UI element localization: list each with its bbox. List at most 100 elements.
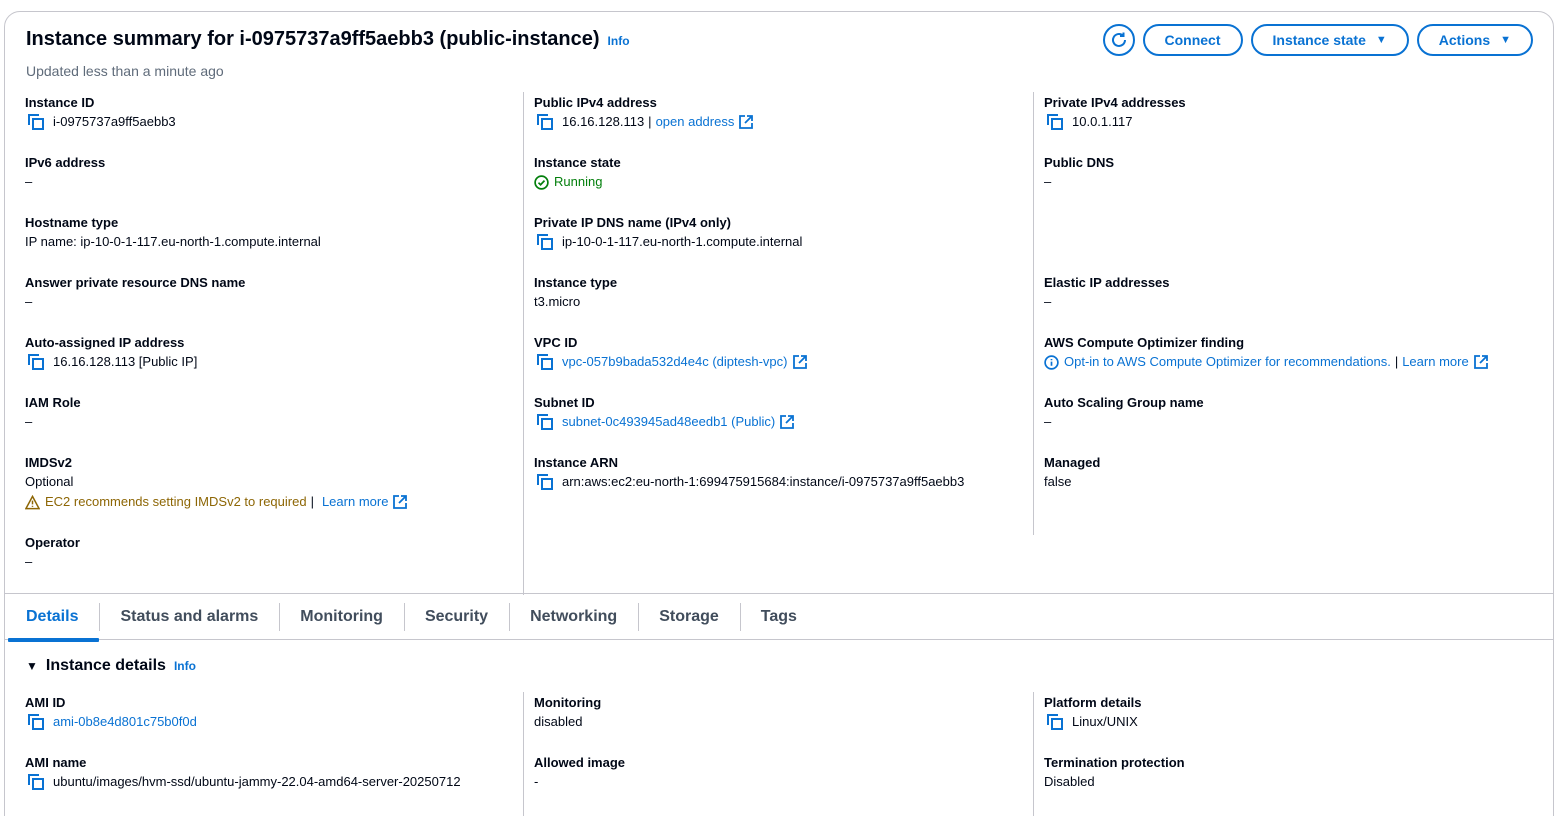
field-monitoring: Monitoring disabled xyxy=(534,692,1033,752)
instance-details-header[interactable]: ▼ Instance details Info xyxy=(26,657,196,675)
ami-id-link[interactable]: ami-0b8e4d801c75b0f0d xyxy=(53,712,197,732)
field-value: 16.16.128.113 xyxy=(562,114,645,129)
copy-icon[interactable] xyxy=(1047,714,1063,730)
field-label: Private IP DNS name (IPv4 only) xyxy=(534,215,731,230)
imdsv2-warning: EC2 recommends setting IMDSv2 to require… xyxy=(45,494,307,509)
summary-column-2: Public IPv4 address 16.16.128.113 | open… xyxy=(524,92,1034,535)
info-icon xyxy=(1044,354,1059,370)
copy-icon[interactable] xyxy=(1047,114,1063,130)
field-instance-type: Instance type t3.micro xyxy=(534,272,1033,332)
field-value: t3.micro xyxy=(534,294,581,309)
details-column-2: Monitoring disabled Allowed image - xyxy=(524,692,1034,816)
field-private-ipv4: Private IPv4 addresses 10.0.1.117 xyxy=(1044,92,1553,152)
updated-text: Updated less than a minute ago xyxy=(26,63,224,79)
field-label: Auto Scaling Group name xyxy=(1044,395,1204,410)
learn-more-link[interactable]: Learn more xyxy=(322,492,388,512)
field-allowed-image: Allowed image - xyxy=(534,752,1033,812)
field-label: Platform details xyxy=(1044,695,1142,710)
details-column-3: Platform details Linux/UNIX Termination … xyxy=(1034,692,1553,816)
copy-icon[interactable] xyxy=(537,414,553,430)
copy-icon[interactable] xyxy=(537,354,553,370)
instance-summary-panel: Instance summary for i-0975737a9ff5aebb3… xyxy=(4,11,1554,816)
field-label: AMI ID xyxy=(25,695,66,710)
actions-label: Actions xyxy=(1438,32,1491,48)
caret-down-icon: ▼ xyxy=(26,659,38,673)
field-value: – xyxy=(25,174,33,189)
field-label: Instance ID xyxy=(25,95,95,110)
refresh-button[interactable] xyxy=(1102,24,1135,56)
optimizer-opt-in-link[interactable]: Opt-in to AWS Compute Optimizer for reco… xyxy=(1064,352,1391,372)
tab-security[interactable]: Security xyxy=(403,593,509,640)
external-link-icon xyxy=(792,355,807,369)
learn-more-link[interactable]: Learn more xyxy=(1402,352,1468,372)
info-link[interactable]: Info xyxy=(608,34,630,48)
field-label: Public IPv4 address xyxy=(534,95,657,110)
field-platform-details: Platform details Linux/UNIX xyxy=(1044,692,1553,752)
copy-icon[interactable] xyxy=(28,774,44,790)
field-label: Private IPv4 addresses xyxy=(1044,95,1186,110)
field-label: Elastic IP addresses xyxy=(1044,275,1170,290)
field-label: Allowed image xyxy=(534,755,626,770)
summary-grid: Instance ID i-0975737a9ff5aebb3 IPv6 add… xyxy=(5,92,1553,595)
separator: | xyxy=(1394,354,1399,369)
copy-icon[interactable] xyxy=(537,234,553,250)
external-link-icon xyxy=(1473,355,1488,369)
tab-tags[interactable]: Tags xyxy=(739,593,818,640)
caret-down-icon: ▼ xyxy=(1375,34,1387,46)
field-ipv6: IPv6 address – xyxy=(25,152,523,212)
field-value: Disabled xyxy=(1044,774,1095,789)
summary-column-3: Private IPv4 addresses 10.0.1.117 Public… xyxy=(1034,92,1553,595)
field-vpc-id: VPC ID vpc-057b9bada532d4e4c (diptesh-vp… xyxy=(534,332,1033,392)
field-value: arn:aws:ec2:eu-north-1:699475915684:inst… xyxy=(562,474,965,489)
copy-icon[interactable] xyxy=(28,114,44,130)
field-label: Auto-assigned IP address xyxy=(25,335,185,350)
field-value: false xyxy=(1044,474,1072,489)
field-label: Instance ARN xyxy=(534,455,619,470)
field-value: IP name: ip-10-0-1-117.eu-north-1.comput… xyxy=(25,234,321,249)
field-ami-id: AMI ID ami-0b8e4d801c75b0f0d xyxy=(25,692,523,752)
field-managed: Managed false xyxy=(1044,452,1553,512)
vpc-link[interactable]: vpc-057b9bada532d4e4c (diptesh-vpc) xyxy=(562,352,788,372)
copy-icon[interactable] xyxy=(537,474,553,490)
field-value: – xyxy=(25,294,33,309)
info-link[interactable]: Info xyxy=(174,659,196,673)
caret-down-icon: ▼ xyxy=(1500,34,1511,46)
connect-button[interactable]: Connect xyxy=(1142,24,1243,56)
field-value: ip-10-0-1-117.eu-north-1.compute.interna… xyxy=(562,234,803,249)
field-public-ipv4: Public IPv4 address 16.16.128.113 | open… xyxy=(534,92,1033,152)
tab-details[interactable]: Details xyxy=(5,593,100,642)
tab-monitoring[interactable]: Monitoring xyxy=(279,593,404,640)
tab-networking[interactable]: Networking xyxy=(509,593,638,640)
header-actions: Connect Instance state ▼ Actions ▼ xyxy=(1102,24,1533,56)
tab-storage[interactable]: Storage xyxy=(638,593,740,640)
field-value: – xyxy=(25,554,33,569)
field-elastic-ip: Elastic IP addresses – xyxy=(1044,272,1553,332)
copy-icon[interactable] xyxy=(28,354,44,370)
field-label: AWS Compute Optimizer finding xyxy=(1044,335,1245,350)
field-instance-id: Instance ID i-0975737a9ff5aebb3 xyxy=(25,92,523,152)
field-label: Operator xyxy=(25,535,80,550)
actions-button[interactable]: Actions ▼ xyxy=(1416,24,1533,56)
subnet-link[interactable]: subnet-0c493945ad48eedb1 (Public) xyxy=(562,412,775,432)
field-label: Managed xyxy=(1044,455,1101,470)
details-grid: AMI ID ami-0b8e4d801c75b0f0d AMI name ub… xyxy=(5,692,1553,816)
copy-icon[interactable] xyxy=(537,114,553,130)
open-address-link[interactable]: open address xyxy=(656,112,735,132)
copy-icon[interactable] xyxy=(28,714,44,730)
instance-state-button[interactable]: Instance state ▼ xyxy=(1250,24,1409,56)
separator: | xyxy=(310,494,314,509)
field-ami-name: AMI name ubuntu/images/hvm-ssd/ubuntu-ja… xyxy=(25,752,523,812)
field-instance-arn: Instance ARN arn:aws:ec2:eu-north-1:6994… xyxy=(534,452,1033,512)
tabs-bar: Details Status and alarms Monitoring Sec… xyxy=(5,593,1553,642)
instance-state-label: Instance state xyxy=(1272,32,1366,48)
field-label: Hostname type xyxy=(25,215,119,230)
field-label: Answer private resource DNS name xyxy=(25,275,246,290)
field-label: Termination protection xyxy=(1044,755,1185,770)
field-instance-state: Instance state Running xyxy=(534,152,1033,212)
field-value: i-0975737a9ff5aebb3 xyxy=(53,114,176,129)
tab-status-and-alarms[interactable]: Status and alarms xyxy=(99,593,279,640)
separator: | xyxy=(648,114,652,129)
field-value: disabled xyxy=(534,714,583,729)
field-label: VPC ID xyxy=(534,335,578,350)
field-termination-protection: Termination protection Disabled xyxy=(1044,752,1553,812)
